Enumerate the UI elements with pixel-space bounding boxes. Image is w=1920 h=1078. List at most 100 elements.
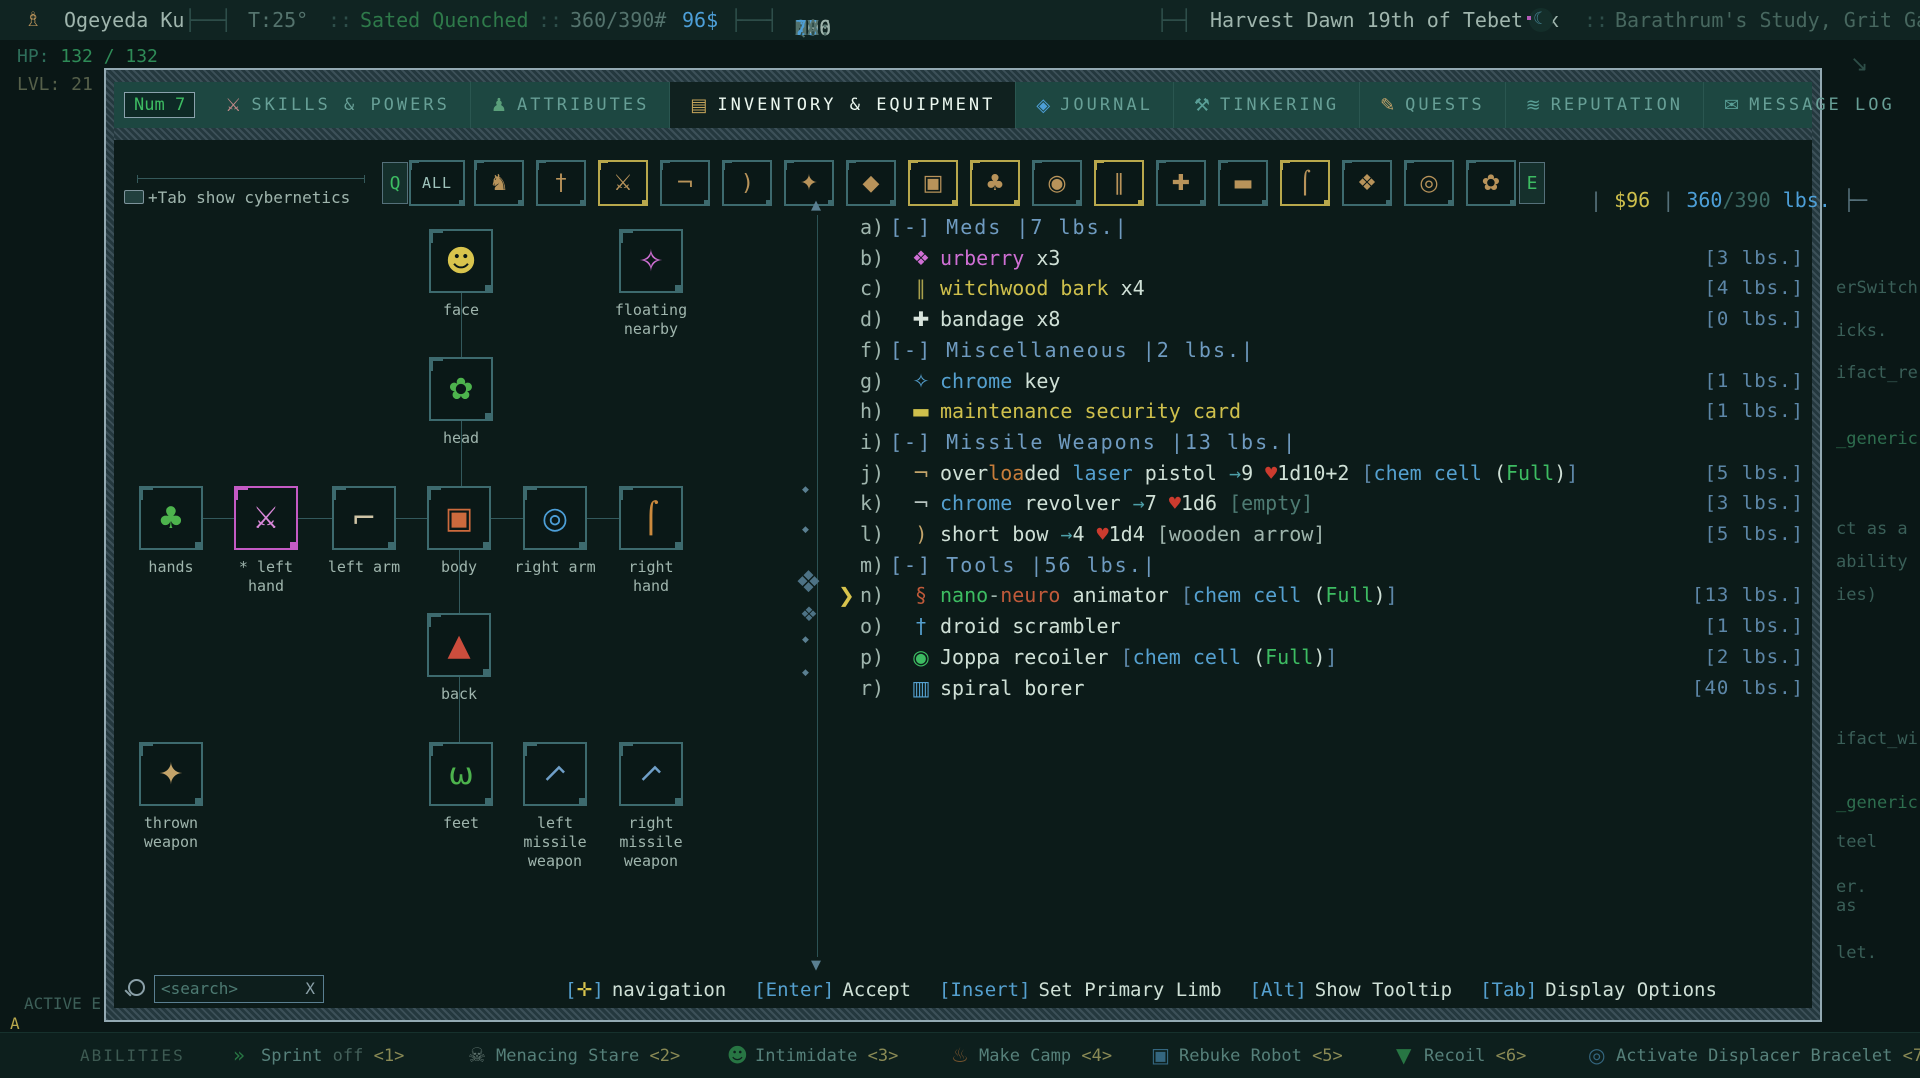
item-row[interactable]: j) ¬ overloaded laser pistol →9 ♥1d10+2 [c…	[838, 460, 1804, 487]
filter-category-grenades[interactable]: ◆	[846, 160, 896, 206]
equipment-slot-right-missile-weapon[interactable]: ¬	[619, 742, 683, 806]
divider-tree-ornament: ❖	[795, 565, 822, 600]
tab-quests[interactable]: ✎ QUESTS	[1359, 82, 1505, 128]
recoil-icon[interactable]: ▼	[1396, 1043, 1411, 1067]
ability-recoil[interactable]: Recoil <6>	[1424, 1046, 1526, 1066]
filter-category-trade-goods[interactable]: ❖	[1342, 160, 1392, 206]
item-hotkey: h)	[860, 399, 885, 424]
category-row[interactable]: a) [-] Meds |7 lbs.|	[838, 214, 1804, 241]
equipment-slot-label: thrown weapon	[143, 814, 199, 851]
filter-category-shields[interactable]: ♣	[970, 160, 1020, 206]
filter-category-thrown[interactable]: ✦	[784, 160, 834, 206]
ability-name: Activate Displacer Bracelet	[1616, 1046, 1893, 1066]
item-name: chrome key	[940, 368, 1060, 395]
equipment-slot-back[interactable]: ▲	[427, 613, 491, 677]
item-row[interactable]: p) ◉ Joppa recoiler [chem cell (Full)] [2 l…	[838, 644, 1804, 671]
item-text-segment: urberry	[940, 245, 1025, 270]
category-row[interactable]: m) [-] Tools |56 lbs.|	[838, 552, 1804, 579]
menacing-stare-icon[interactable]: ☠	[468, 1043, 486, 1067]
filter-category-bows[interactable]: )	[722, 160, 772, 206]
search-input[interactable]: <search> X	[154, 975, 324, 1003]
filter-category-tools[interactable]: ∥	[1094, 160, 1144, 206]
tab-tinkering[interactable]: ⚒ TINKERING	[1172, 82, 1359, 128]
equipment-slot-floating-nearby[interactable]: ✧	[619, 229, 683, 293]
abilities-label: ABILITIES	[80, 1046, 185, 1065]
ability-rebuke-robot[interactable]: Rebuke Robot <5>	[1179, 1046, 1343, 1066]
status-separator: ├──┤	[730, 8, 779, 32]
equipment-slot-feet[interactable]: ω	[429, 742, 493, 806]
item-row[interactable]: g) ✧ chrome key [1 lbs.]	[838, 368, 1804, 395]
filter-scroll-left-hotkey[interactable]: Q	[382, 162, 408, 204]
item-text-segment: pistol	[1144, 460, 1230, 485]
filter-category-artifacts[interactable]: ⌠	[1280, 160, 1330, 206]
background-fragment: ifact_re	[1836, 363, 1918, 383]
item-hotkey: o)	[860, 614, 885, 639]
filter-all[interactable]: ALL	[409, 160, 465, 206]
filter-category-meds[interactable]: ✚	[1156, 160, 1206, 206]
search-clear-button[interactable]: X	[305, 976, 315, 1002]
tab-message-log[interactable]: ✉ MESSAGE LOG	[1703, 82, 1915, 128]
item-row[interactable]: ❯ n) § nano-neuro animator [chem cell (Full…	[838, 582, 1804, 609]
ability-sprint[interactable]: Sprint off <1>	[261, 1046, 404, 1066]
displacer-bracelet-icon[interactable]: ◎	[1588, 1043, 1605, 1067]
intimidate-icon[interactable]: ☻	[727, 1043, 748, 1067]
equipment-slot-left-hand[interactable]: ⚔	[234, 486, 298, 550]
item-text-segment: ded	[1024, 460, 1073, 485]
tab-inventory[interactable]: ▤ INVENTORY & EQUIPMENT	[669, 82, 1016, 128]
doll-connector	[396, 518, 427, 519]
ability-intimidate[interactable]: Intimidate <3>	[755, 1046, 898, 1066]
equipment-slot-face[interactable]: ☻	[429, 229, 493, 293]
item-row[interactable]: l)) short bow →4 ♥1d4 [wooden arrow] [5 lb…	[838, 521, 1804, 548]
tab-skills[interactable]: ⚔ SKILLS & POWERS	[205, 82, 470, 128]
filter-category-cudgels[interactable]: †	[536, 160, 586, 206]
equipment-slot-hands[interactable]: ♣	[139, 486, 203, 550]
tab-label: MESSAGE LOG	[1749, 95, 1895, 115]
rebuke-robot-icon[interactable]: ▣	[1151, 1043, 1170, 1067]
item-name: Joppa recoiler [chem cell (Full)]	[940, 644, 1337, 671]
equipment-slot-thrown-weapon[interactable]: ✦	[139, 742, 203, 806]
tab-attributes[interactable]: ♟ ATTRIBUTES	[469, 82, 670, 128]
equipment-slot-body[interactable]: ▣	[427, 486, 491, 550]
item-row[interactable]: o) † droid scrambler [1 lbs.]	[838, 613, 1804, 640]
scroll-down-arrow[interactable]: ▼	[811, 958, 821, 973]
equipment-slot-left-arm[interactable]: ⌐	[332, 486, 396, 550]
item-hotkey: p)	[860, 644, 885, 669]
scroll-up-arrow[interactable]: ▲	[811, 198, 821, 213]
ability-activate-displacer-bracelet[interactable]: Activate Displacer Bracelet <7>	[1616, 1046, 1920, 1066]
ability-make-camp[interactable]: Make Camp <4>	[979, 1046, 1112, 1066]
filter-category-food[interactable]: ✿	[1466, 160, 1516, 206]
equipment-slot-right-arm[interactable]: ◎	[523, 486, 587, 550]
filter-category-axes[interactable]: ⚔	[598, 160, 648, 206]
item-row[interactable]: k) ¬ chrome revolver →7 ♥1d6 [empty] [3 lbs…	[838, 490, 1804, 517]
filter-category-melee-weapons[interactable]: ♞	[474, 160, 524, 206]
make-camp-icon[interactable]: ♨	[951, 1043, 969, 1067]
filter-category-energy-cells[interactable]: ◉	[1032, 160, 1082, 206]
meds-icon: ✚	[1171, 170, 1191, 196]
filter-category-firearms[interactable]: ¬	[660, 160, 710, 206]
item-name: overloaded laser pistol →9 ♥1d10+2 [chem…	[940, 460, 1578, 487]
equipment-slot-head[interactable]: ✿	[429, 357, 493, 421]
item-row[interactable]: r) ▥ spiral borer [40 lbs.]	[838, 675, 1804, 702]
filter-category-water[interactable]: ◎	[1404, 160, 1454, 206]
tab-label: QUESTS	[1405, 95, 1485, 115]
item-row[interactable]: b) ❖ urberry x3 [3 lbs.]	[838, 245, 1804, 272]
hint-label: Accept	[842, 979, 911, 1001]
filter-category-armor[interactable]: ▣	[908, 160, 958, 206]
tab-journal[interactable]: ◈ JOURNAL	[1015, 82, 1173, 128]
item-row[interactable]: h) ▬ maintenance security card [1 lbs.]	[838, 398, 1804, 425]
category-row[interactable]: i) [-] Missile Weapons |13 lbs.|	[838, 429, 1804, 456]
sprint-icon[interactable]: »	[233, 1043, 245, 1067]
filter-scroll-right-hotkey[interactable]: E	[1519, 162, 1545, 204]
item-row[interactable]: c) ∥ witchwood bark x4 [4 lbs.]	[838, 275, 1804, 302]
category-row[interactable]: f) [-] Miscellaneous |2 lbs.|	[838, 337, 1804, 364]
item-row[interactable]: d) ✚ bandage x8 [0 lbs.]	[838, 306, 1804, 333]
tab-reputation[interactable]: ≋ REPUTATION	[1504, 82, 1703, 128]
equipment-slot-right-hand[interactable]: ⌠	[619, 486, 683, 550]
item-text-segment: spiral borer	[940, 675, 1085, 700]
equipment-slot-left-missile-weapon[interactable]: ¬	[523, 742, 587, 806]
trade-goods-icon: ❖	[1357, 170, 1377, 196]
ability-menacing-stare[interactable]: Menacing Stare <2>	[496, 1046, 680, 1066]
filter-category-books[interactable]: ▬	[1218, 160, 1268, 206]
item-text-segment: ♥	[1096, 522, 1109, 546]
cybernetics-hint: +Tab show cybernetics	[124, 188, 350, 207]
